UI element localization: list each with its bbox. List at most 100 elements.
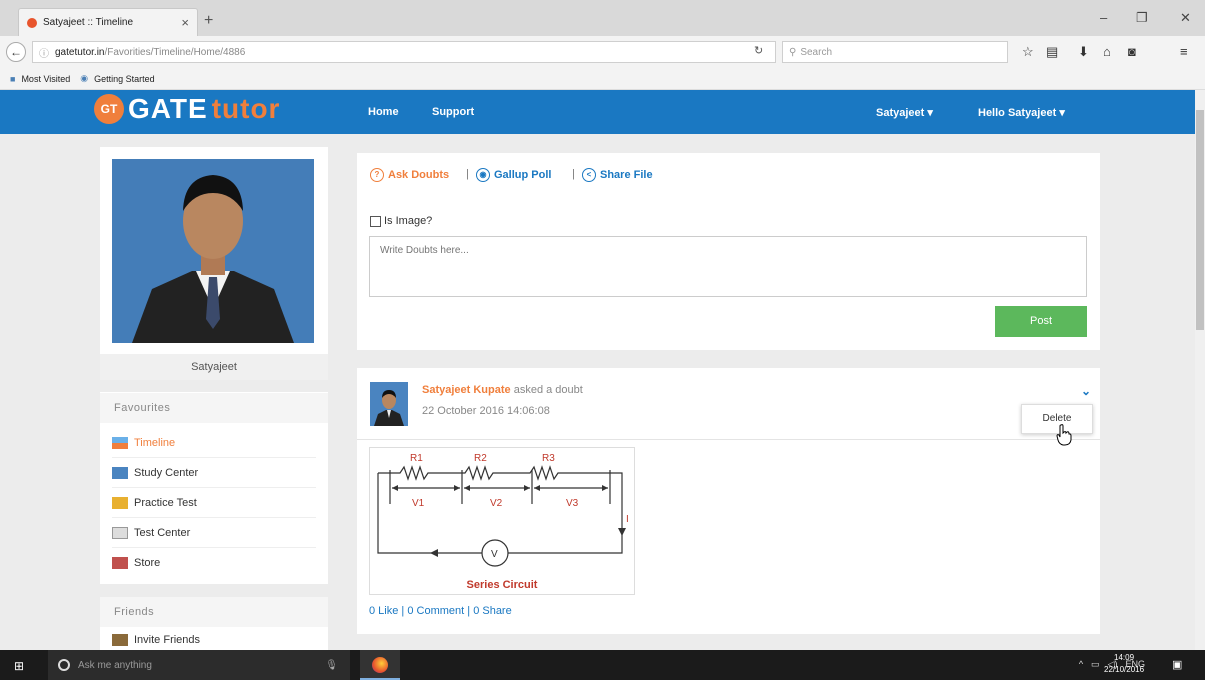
profile-name[interactable]: Satyajeet <box>100 354 328 380</box>
question-icon: ? <box>370 168 384 182</box>
share-file-label: Share File <box>600 169 653 181</box>
pocket-icon[interactable]: ◙ <box>1128 44 1136 59</box>
tab-close-icon[interactable]: × <box>181 15 189 30</box>
like-link[interactable]: 0 Like <box>369 605 398 617</box>
post-button[interactable]: Post <box>995 306 1087 337</box>
browser-navbar: ← ⓘ gatetutor.in /Favorities/Timeline/Ho… <box>0 36 1205 68</box>
checkbox-box[interactable] <box>370 215 381 227</box>
nav-home[interactable]: Home <box>368 106 399 118</box>
site-logo[interactable]: GT GATE tutor <box>94 93 280 125</box>
sidebar-item-label: Invite Friends <box>134 634 201 646</box>
bookmark-star-icon[interactable]: ☆ <box>1022 44 1034 60</box>
share-file-tab[interactable]: < Share File <box>582 168 653 182</box>
close-window-icon[interactable]: ✕ <box>1180 10 1191 26</box>
poll-icon: ◉ <box>476 168 490 182</box>
sidebar-item-label: Timeline <box>134 436 176 449</box>
sidebar-item-test-center[interactable]: Test Center <box>112 518 316 548</box>
network-icon[interactable]: ▭ <box>1091 659 1100 670</box>
post-footer: 0 Like | 0 Comment | 0 Share <box>369 605 512 617</box>
circuit-label-r3: R3 <box>542 453 555 464</box>
tray-expand-icon[interactable]: ^ <box>1079 659 1083 670</box>
browser-tabbar: Satyajeet :: Timeline × + – ❐ ✕ <box>0 0 1205 36</box>
reading-list-icon[interactable]: ▤ <box>1046 44 1058 60</box>
windows-taskbar: ⊞ Ask me anything 🎙 ^ ▭ ◁) ENG <box>0 650 1205 680</box>
invite-friends-icon <box>112 634 128 646</box>
browser-search-input[interactable]: ⚲ Search <box>782 41 1008 63</box>
store-icon <box>112 557 128 569</box>
circuit-label-i: I <box>626 514 629 525</box>
favicon-icon <box>27 17 37 28</box>
microphone-icon[interactable]: 🎙 <box>325 660 338 671</box>
windows-start-icon[interactable]: ⊞ <box>14 659 24 673</box>
scrollbar-thumb[interactable] <box>1196 110 1204 330</box>
avatar[interactable] <box>370 382 408 426</box>
is-image-label: Is Image? <box>384 215 433 227</box>
timeline-icon <box>112 436 128 449</box>
profile-photo[interactable] <box>112 159 314 343</box>
post-image-series-circuit[interactable]: R1 R2 R3 V1 V2 V3 I V Series Circuit <box>369 447 635 595</box>
circuit-label-v: V <box>491 549 498 560</box>
maximize-icon[interactable]: ❐ <box>1136 10 1148 26</box>
reload-icon[interactable]: ↻ <box>754 44 763 57</box>
sidebar-item-timeline[interactable]: Timeline <box>112 428 316 458</box>
hand-cursor-icon <box>1056 424 1072 446</box>
cortana-icon <box>58 659 70 671</box>
post-date: 22 October 2016 14:06:08 <box>422 405 550 417</box>
sidebar-item-label: Study Center <box>134 466 199 479</box>
sidebar-item-label: Store <box>134 557 161 569</box>
site-header: GT GATE tutor Home Support Satyajeet ▾ H… <box>0 90 1195 134</box>
address-bar[interactable]: ⓘ gatetutor.in /Favorities/Timeline/Home… <box>32 41 776 63</box>
folder-icon: ■ <box>10 73 16 84</box>
firefox-icon <box>372 657 388 673</box>
notification-icon[interactable]: ▣ <box>1172 658 1182 671</box>
nav-support[interactable]: Support <box>432 106 474 118</box>
study-center-icon <box>112 466 128 479</box>
doubt-input[interactable] <box>369 236 1087 297</box>
clock-date: 22/10/2016 <box>1104 665 1145 674</box>
new-tab-button[interactable]: + <box>204 12 213 30</box>
bookmark-most-visited[interactable]: Most Visited <box>21 74 70 84</box>
sidebar-item-store[interactable]: Store <box>112 548 316 578</box>
logo-tutor: tutor <box>211 93 281 124</box>
test-center-icon <box>112 526 128 539</box>
home-icon[interactable]: ⌂ <box>1103 44 1111 59</box>
minimize-icon[interactable]: – <box>1100 10 1107 25</box>
globe-icon: ◉ <box>80 73 89 83</box>
is-image-checkbox[interactable]: Is Image? <box>370 215 432 227</box>
firefox-taskbar-button[interactable] <box>360 650 400 680</box>
tab-title: Satyajeet :: Timeline <box>43 17 134 28</box>
download-icon[interactable]: ⬇ <box>1078 44 1089 60</box>
circuit-caption: Series Circuit <box>467 579 538 591</box>
nav-hello-menu[interactable]: Hello Satyajeet ▾ <box>978 106 1065 119</box>
divider <box>357 439 1100 440</box>
favourites-heading: Favourites <box>100 393 328 423</box>
gallup-poll-tab[interactable]: ◉ Gallup Poll <box>476 168 551 182</box>
comment-link[interactable]: 0 Comment <box>407 605 464 617</box>
browser-search-placeholder: Search <box>800 46 833 58</box>
nav-user-menu[interactable]: Satyajeet ▾ <box>876 106 933 119</box>
info-icon[interactable]: ⓘ <box>39 45 49 60</box>
separator: | <box>572 168 575 180</box>
page-scrollbar[interactable] <box>1195 90 1205 650</box>
back-button-icon[interactable]: ← <box>6 42 26 62</box>
browser-tab[interactable]: Satyajeet :: Timeline × <box>18 8 198 36</box>
ask-doubts-tab[interactable]: ? Ask Doubts <box>370 168 449 182</box>
cortana-placeholder: Ask me anything <box>78 659 152 671</box>
post-author-name[interactable]: Satyajeet Kupate <box>422 384 511 396</box>
clock-time: 14:09 <box>1114 653 1135 662</box>
circuit-label-r1: R1 <box>410 453 423 464</box>
share-link[interactable]: 0 Share <box>473 605 512 617</box>
friends-heading: Friends <box>100 597 328 627</box>
circuit-label-r2: R2 <box>474 453 487 464</box>
post-author-line: Satyajeet Kupate asked a doubt <box>422 384 583 396</box>
chevron-down-icon[interactable]: ⌄ <box>1081 384 1091 398</box>
taskbar-clock[interactable]: 14:09 22/10/2016 <box>1104 652 1144 676</box>
sidebar-item-invite-friends[interactable]: Invite Friends <box>112 634 316 650</box>
cortana-search-input[interactable]: Ask me anything 🎙 <box>48 650 350 680</box>
menu-icon[interactable]: ≡ <box>1180 44 1188 59</box>
sidebar-item-study-center[interactable]: Study Center <box>112 458 316 488</box>
sidebar-item-practice-test[interactable]: Practice Test <box>112 488 316 518</box>
circuit-label-v1: V1 <box>412 498 425 509</box>
logo-gate: GATE <box>128 93 208 124</box>
bookmark-getting-started[interactable]: Getting Started <box>94 74 155 84</box>
